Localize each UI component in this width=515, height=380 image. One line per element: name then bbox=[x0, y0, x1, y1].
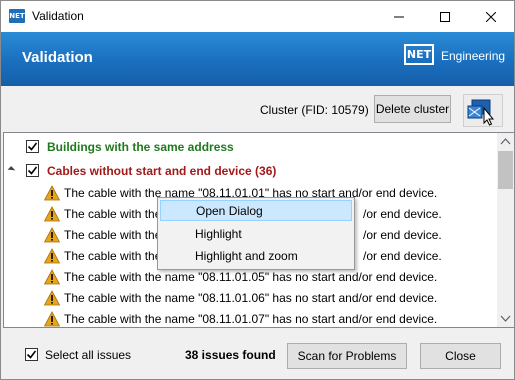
issue-text: The cable with the bbox=[64, 206, 162, 221]
scan-for-problems-button[interactable]: Scan for Problems bbox=[287, 343, 407, 369]
minimize-button[interactable] bbox=[376, 1, 422, 32]
minimize-icon bbox=[394, 16, 404, 17]
issue-text: The cable with the name "08.11.01.06" ha… bbox=[64, 290, 438, 305]
validation-window: NET Validation Validation NET Engineerin… bbox=[0, 0, 515, 380]
header-title: Validation bbox=[22, 49, 93, 66]
select-features-button[interactable] bbox=[463, 94, 503, 127]
warning-icon bbox=[44, 226, 60, 242]
menu-item-open-dialog[interactable]: Open Dialog bbox=[160, 200, 352, 221]
issue-text: The cable with the name "08.11.01.05" ha… bbox=[64, 269, 438, 284]
scroll-down-icon[interactable] bbox=[497, 310, 514, 327]
close-icon bbox=[486, 11, 496, 22]
issue-text: The cable with the name "08.11.01.07" ha… bbox=[64, 311, 438, 326]
maximize-button[interactable] bbox=[422, 1, 468, 32]
warning-icon bbox=[44, 268, 60, 284]
select-all-checkbox[interactable] bbox=[25, 348, 38, 361]
issue-text: The cable with the bbox=[64, 227, 162, 242]
select-all-label[interactable]: Select all issues bbox=[45, 348, 131, 362]
issue-item[interactable]: The cable with the bbox=[44, 245, 161, 266]
warning-icon bbox=[44, 310, 60, 326]
cluster-label: Cluster (FID: 10579) bbox=[260, 103, 369, 117]
menu-item-highlight-zoom[interactable]: Highlight and zoom bbox=[160, 245, 352, 266]
group-label: Buildings with the same address bbox=[47, 139, 234, 154]
group-label: Cables without start and end device (36) bbox=[47, 163, 277, 178]
maximize-icon bbox=[440, 11, 450, 22]
warning-icon bbox=[44, 289, 60, 305]
close-button[interactable]: Close bbox=[420, 343, 501, 369]
warning-icon bbox=[44, 247, 60, 263]
context-menu: Open Dialog Highlight Highlight and zoom bbox=[157, 197, 355, 270]
group-checkbox[interactable] bbox=[26, 164, 39, 177]
warning-icon bbox=[44, 184, 60, 200]
app-icon: NET bbox=[9, 9, 25, 23]
window-title: Validation bbox=[32, 9, 84, 23]
tree-group-cables[interactable]: Cables without start and end device (36) bbox=[26, 160, 276, 181]
scrollbar-thumb[interactable] bbox=[498, 151, 513, 189]
issue-item[interactable]: The cable with the bbox=[44, 203, 161, 224]
vertical-scrollbar[interactable] bbox=[497, 133, 514, 327]
issue-text: The cable with the bbox=[64, 248, 162, 263]
issue-text-suffix: /or end device. bbox=[363, 206, 442, 221]
issue-item[interactable]: The cable with the name "08.11.01.07" ha… bbox=[44, 308, 438, 327]
title-bar: NET Validation bbox=[1, 1, 514, 32]
issue-item[interactable]: The cable with the bbox=[44, 224, 161, 245]
delete-cluster-button[interactable]: Delete cluster bbox=[374, 95, 451, 123]
checkmark-icon bbox=[26, 350, 37, 359]
issue-item[interactable]: The cable with the name "08.11.01.06" ha… bbox=[44, 287, 437, 308]
engineering-logo-text: Engineering bbox=[441, 49, 506, 63]
group-checkbox[interactable] bbox=[26, 140, 39, 153]
scroll-up-icon[interactable] bbox=[497, 133, 514, 150]
select-features-icon bbox=[467, 99, 495, 126]
menu-item-highlight[interactable]: Highlight bbox=[160, 223, 352, 244]
issue-text-suffix: /or end device. bbox=[363, 248, 442, 263]
issues-count: 38 issues found bbox=[185, 348, 276, 362]
warning-icon bbox=[44, 205, 60, 221]
close-window-button[interactable] bbox=[468, 1, 514, 32]
checkmark-icon bbox=[27, 142, 38, 151]
tree-group-buildings[interactable]: Buildings with the same address bbox=[26, 136, 234, 157]
issue-text-suffix: /or end device. bbox=[363, 227, 442, 242]
header-banner: Validation NET Engineering bbox=[1, 32, 514, 86]
checkmark-icon bbox=[27, 166, 38, 175]
net-logo: NET bbox=[404, 44, 434, 65]
expander-collapse-icon[interactable] bbox=[7, 166, 16, 174]
